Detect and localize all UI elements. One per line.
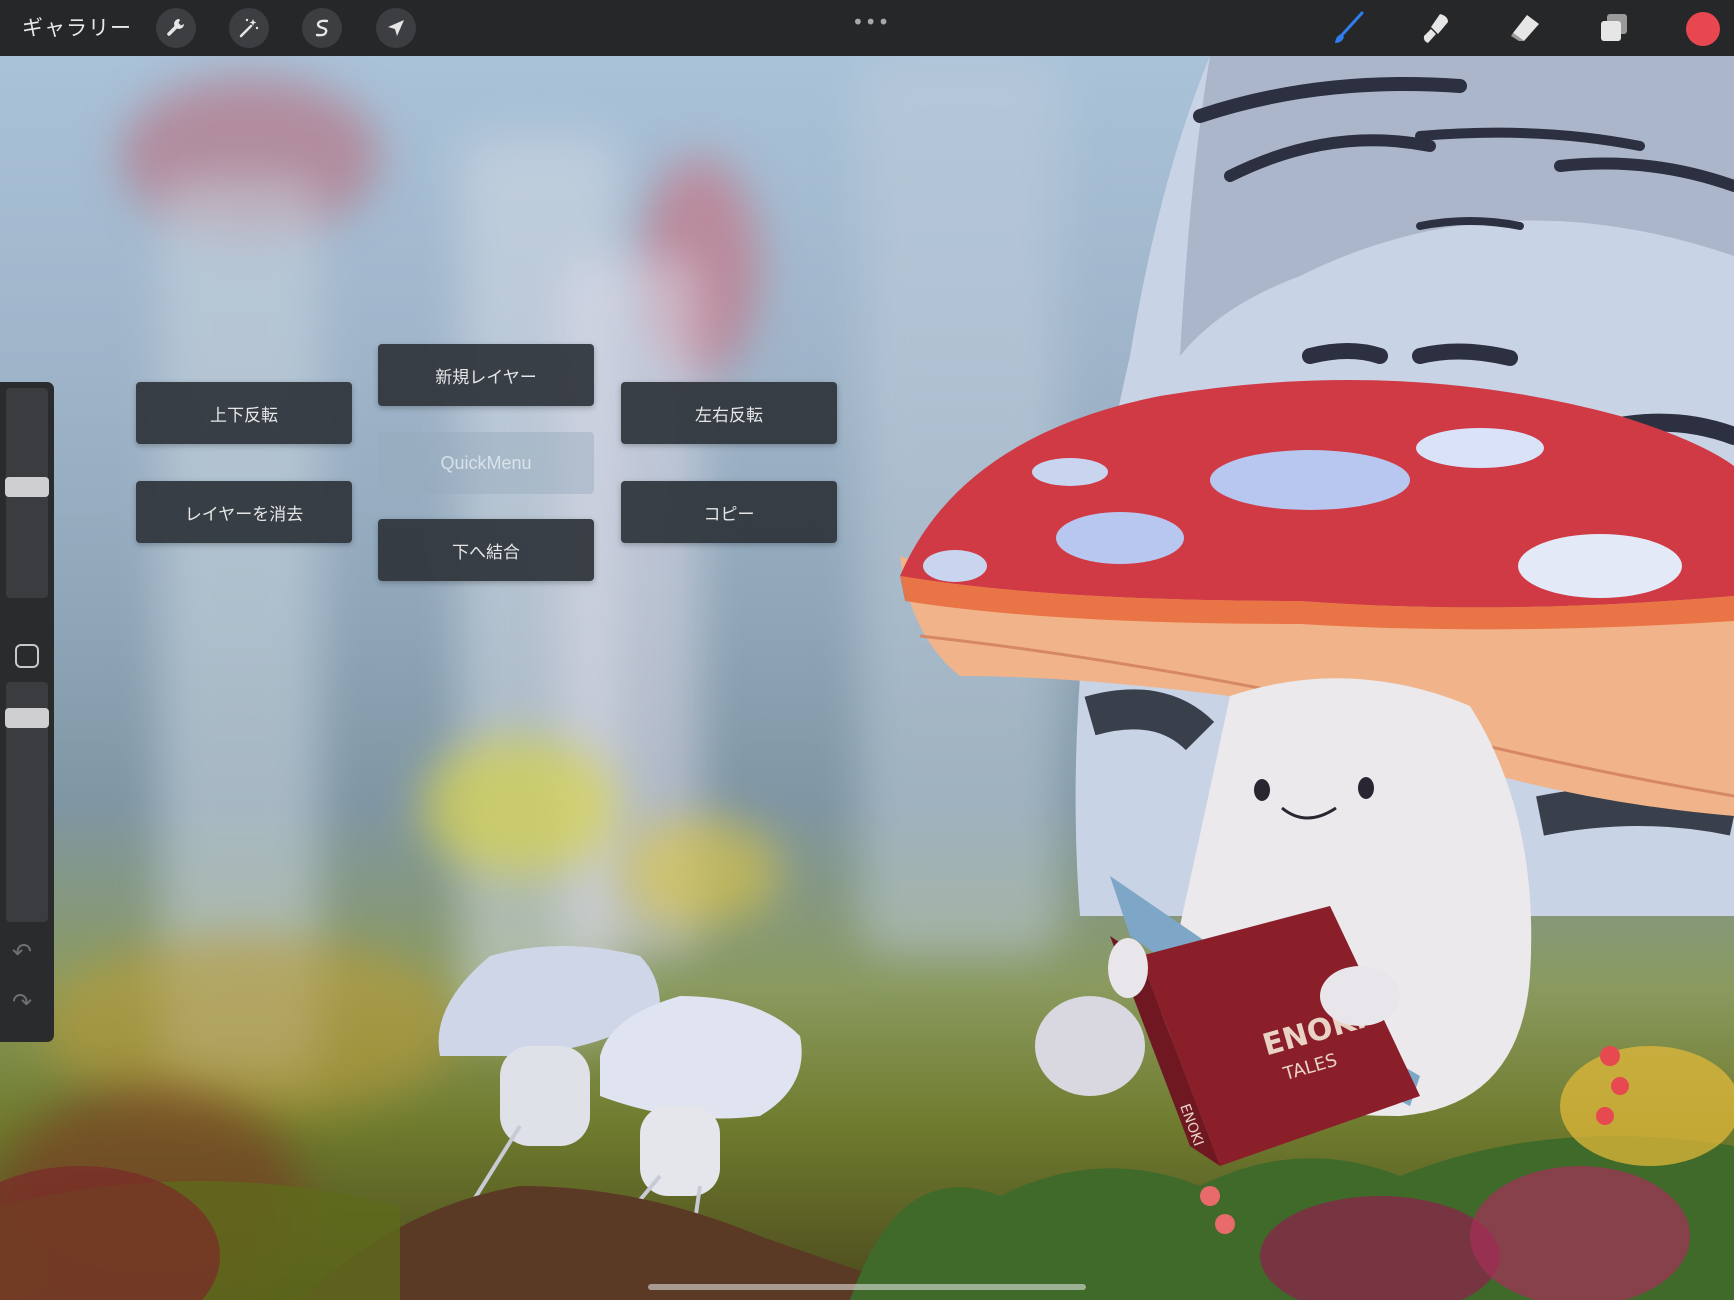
merge-down-button[interactable]: 下へ結合: [378, 519, 594, 581]
flip-horizontal-button[interactable]: 左右反転: [621, 382, 837, 444]
flip-vertical-button[interactable]: 上下反転: [136, 382, 352, 444]
brush-size-knob[interactable]: [5, 477, 49, 497]
selection-icon[interactable]: [302, 8, 342, 48]
copy-button[interactable]: コピー: [621, 481, 837, 543]
quickmenu-center[interactable]: QuickMenu: [378, 432, 594, 494]
layers-icon[interactable]: [1594, 8, 1634, 48]
mushroom-illustration: ENOKI TALES ENOKI: [0, 56, 1734, 1300]
smudge-icon[interactable]: [1416, 8, 1456, 48]
transform-arrow-icon[interactable]: [376, 8, 416, 48]
brush-sidebar: ↶ ↷: [0, 382, 54, 1042]
color-picker-button[interactable]: [1686, 12, 1720, 46]
modify-button[interactable]: [15, 644, 39, 668]
magic-wand-icon[interactable]: [229, 8, 269, 48]
top-toolbar: ギャラリー •••: [0, 0, 1734, 56]
redo-icon[interactable]: ↷: [12, 988, 32, 1016]
home-indicator[interactable]: [648, 1284, 1086, 1290]
eraser-icon[interactable]: [1505, 8, 1545, 48]
wrench-icon[interactable]: [156, 8, 196, 48]
more-options-icon[interactable]: •••: [852, 10, 890, 34]
opacity-knob[interactable]: [5, 708, 49, 728]
brush-icon[interactable]: [1328, 8, 1368, 48]
clear-layer-button[interactable]: レイヤーを消去: [136, 481, 352, 543]
gallery-button[interactable]: ギャラリー: [22, 12, 132, 42]
new-layer-button[interactable]: 新規レイヤー: [378, 344, 594, 406]
undo-icon[interactable]: ↶: [12, 938, 32, 966]
canvas-artwork[interactable]: ENOKI TALES ENOKI: [0, 56, 1734, 1300]
